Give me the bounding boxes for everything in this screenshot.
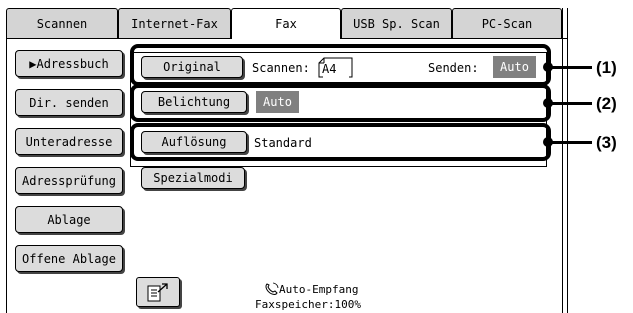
adresspruefung-button[interactable]: Adressprüfung xyxy=(15,167,123,194)
callout-box-3 xyxy=(130,123,551,161)
callout-leader-1 xyxy=(548,66,592,69)
callout-label-1: (1) xyxy=(596,58,617,77)
tab-internet-fax[interactable]: Internet-Fax xyxy=(118,8,231,38)
callout-label-2: (2) xyxy=(596,94,617,113)
ablage-button[interactable]: Ablage xyxy=(15,206,123,233)
dir-senden-button[interactable]: Dir. senden xyxy=(15,89,123,116)
document-send-button[interactable] xyxy=(136,277,180,307)
callout-box-1 xyxy=(130,44,551,86)
callout-box-2 xyxy=(130,84,551,122)
tab-scannen[interactable]: Scannen xyxy=(6,8,118,38)
callout-dot-1 xyxy=(543,62,553,72)
callout-leader-2 xyxy=(548,102,592,105)
receive-mode-status: Auto-Empfang xyxy=(279,283,359,296)
tab-pc-scan[interactable]: PC-Scan xyxy=(452,8,562,38)
callout-dot-2 xyxy=(543,98,553,108)
panel-right-edge xyxy=(562,38,568,313)
callout-label-3: (3) xyxy=(596,133,617,152)
fax-memory-status: Faxspeicher:100% xyxy=(255,298,361,311)
adressbuch-button[interactable]: ▶Adressbuch xyxy=(15,50,123,77)
tab-scroll-edge xyxy=(562,8,568,38)
tab-usb-sp-scan[interactable]: USB Sp. Scan xyxy=(341,8,452,38)
callout-leader-3 xyxy=(548,141,592,144)
phone-icon xyxy=(264,281,280,295)
tab-fax[interactable]: Fax xyxy=(231,8,341,39)
unteradresse-button[interactable]: Unteradresse xyxy=(15,128,123,155)
callout-dot-3 xyxy=(543,137,553,147)
offene-ablage-button[interactable]: Offene Ablage xyxy=(15,245,123,272)
document-send-icon xyxy=(147,283,168,302)
spezialmodi-button[interactable]: Spezialmodi xyxy=(141,167,245,189)
